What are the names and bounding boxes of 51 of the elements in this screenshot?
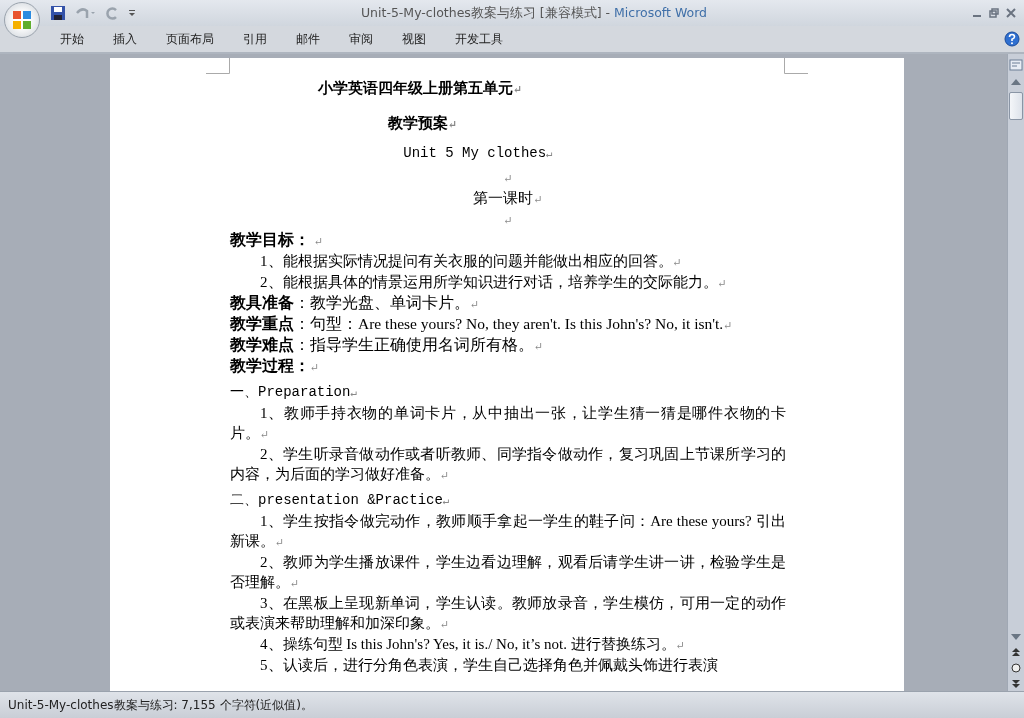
- paragraph: 小学英语四年级上册第五单元↵: [317, 79, 524, 98]
- paragraph: 2、学生听录音做动作或者听教师、同学指令做动作，复习巩固上节课所学习的内容，为后面的学习做好准备。↵: [230, 445, 786, 484]
- paragraph: 1、能根据实际情况提问有关衣服的问题并能做出相应的回答。↵: [259, 252, 683, 271]
- paragraph: Unit 5 My clothes↵: [402, 144, 554, 163]
- scroll-thumb[interactable]: [1009, 92, 1023, 120]
- status-text: Unit-5-My-clothes教案与练习: 7,155 个字符(近似值)。: [8, 696, 313, 714]
- scroll-down-icon[interactable]: [1011, 633, 1021, 641]
- paragraph: 3、在黑板上呈现新单词，学生认读。教师放录音，学生模仿，可用一定的动作或表演来帮助理解和加深印象。↵: [230, 594, 786, 633]
- crop-mark: [206, 58, 230, 74]
- office-logo-icon: [11, 9, 33, 31]
- ruler-toggle-icon[interactable]: [1009, 58, 1023, 72]
- paragraph: 教学过程：↵: [230, 356, 321, 376]
- paragraph: 2、能根据具体的情景运用所学知识进行对话，培养学生的交际能力。↵: [259, 273, 728, 292]
- paragraph: 教学重点：句型：Are these yours? No, they aren't. Is this John's? No, it isn't.↵: [230, 314, 734, 334]
- save-icon[interactable]: [50, 5, 66, 21]
- ribbon-tab[interactable]: 视图: [390, 30, 438, 48]
- paragraph: 教具准备：教学光盘、单词卡片。↵: [230, 293, 481, 313]
- paragraph: 教学目标： ↵: [230, 230, 325, 250]
- paragraph: 一、Preparation↵: [230, 383, 359, 402]
- ribbon-tab[interactable]: 插入: [101, 30, 149, 48]
- ribbon-tab[interactable]: 邮件: [284, 30, 332, 48]
- paragraph: 1、学生按指令做完动作，教师顺手拿起一学生的鞋子问：Are these yours? 引出新课。↵: [230, 512, 786, 551]
- paragraph: 5、认读后，进行分角色表演，学生自己选择角色并佩戴头饰进行表演: [259, 656, 719, 675]
- paragraph: 1、教师手持衣物的单词卡片，从中抽出一张，让学生猜一猜是哪件衣物的卡片。↵: [230, 404, 786, 443]
- browse-object-icon[interactable]: [1011, 663, 1021, 673]
- paragraph: ↵: [502, 171, 514, 186]
- app-name: Microsoft Word: [614, 4, 708, 20]
- office-button[interactable]: [4, 2, 40, 38]
- paragraph: 教学预案↵: [387, 114, 459, 133]
- window-title: Unit-5-My-clothes教案与练习 [兼容模式] -: [360, 4, 611, 20]
- crop-mark: [784, 58, 808, 74]
- previous-page-icon[interactable]: [1011, 647, 1021, 657]
- paragraph: 2、教师为学生播放课件，学生边看边理解，观看后请学生讲一讲，检验学生是否理解。↵: [230, 553, 786, 592]
- customize-icon[interactable]: [128, 8, 136, 18]
- paragraph: 4、操练句型 Is this John's? Yes, it is./ No, it’s not. 进行替换练习。↵: [259, 635, 686, 654]
- ribbon-tab[interactable]: 审阅: [337, 30, 385, 48]
- undo-icon[interactable]: [74, 5, 96, 21]
- ribbon-tab[interactable]: 开发工具: [443, 30, 515, 48]
- paragraph: 二、presentation &Practice↵: [230, 491, 451, 510]
- paragraph: 教学难点：指导学生正确使用名词所有格。↵: [230, 335, 545, 355]
- paragraph: ↵: [502, 213, 514, 228]
- restore-icon[interactable]: [989, 8, 999, 18]
- next-page-icon[interactable]: [1011, 679, 1021, 689]
- close-icon[interactable]: [1006, 8, 1016, 18]
- redo-icon[interactable]: [104, 5, 120, 21]
- help-icon[interactable]: [1004, 31, 1020, 47]
- ribbon-tab[interactable]: 页面布局: [154, 30, 226, 48]
- scroll-up-icon[interactable]: [1011, 78, 1021, 86]
- ribbon-tab[interactable]: 开始: [48, 30, 96, 48]
- paragraph: 第一课时↵: [472, 189, 544, 208]
- ribbon-tab[interactable]: 引用: [231, 30, 279, 48]
